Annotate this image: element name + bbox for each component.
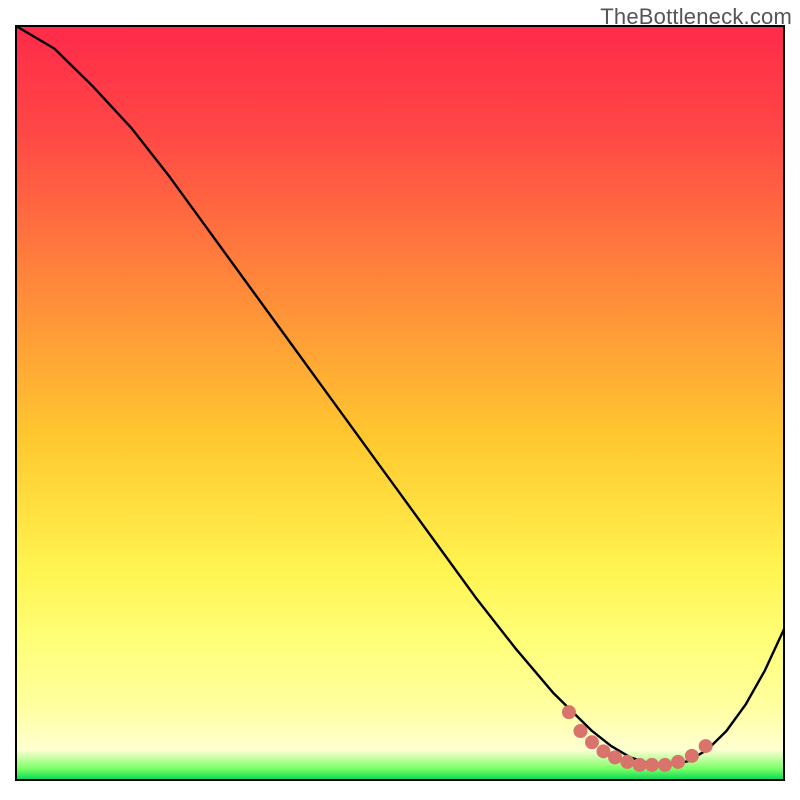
marker-dot (585, 735, 599, 749)
marker-dot (620, 755, 634, 769)
bottleneck-chart (0, 0, 800, 800)
marker-dot (645, 758, 659, 772)
gradient-background (16, 26, 784, 780)
marker-dot (699, 739, 713, 753)
marker-dot (633, 758, 647, 772)
chart-stage: TheBottleneck.com (0, 0, 800, 800)
marker-dot (562, 705, 576, 719)
marker-dot (573, 724, 587, 738)
marker-dot (608, 750, 622, 764)
marker-dot (671, 755, 685, 769)
marker-dot (685, 749, 699, 763)
marker-dot (658, 758, 672, 772)
